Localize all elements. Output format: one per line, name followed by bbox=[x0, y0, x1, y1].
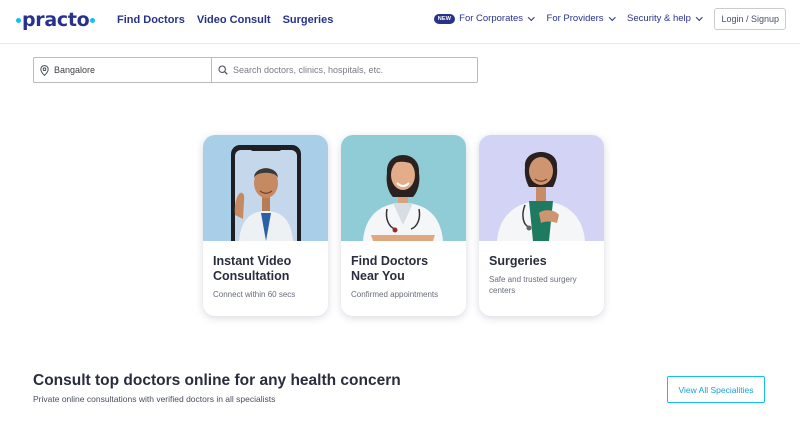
nav-for-corporates[interactable]: NEW For Corporates bbox=[433, 13, 535, 24]
card-subtitle: Confirmed appointments bbox=[351, 290, 439, 299]
card-title: Find Doctors Near You bbox=[351, 254, 429, 283]
chevron-down-icon bbox=[528, 13, 535, 21]
section-title: Consult top doctors online for any healt… bbox=[33, 372, 401, 389]
nav-item-label: For Providers bbox=[546, 13, 604, 24]
view-all-specialities-button[interactable]: View All Specialities bbox=[667, 376, 765, 403]
search-bar: Bangalore Search doctors, clinics, hospi… bbox=[33, 57, 478, 83]
doctor-woman-image bbox=[341, 135, 466, 241]
chevron-down-icon bbox=[608, 13, 615, 21]
nav-item-label: For Corporates bbox=[459, 13, 524, 24]
search-icon bbox=[218, 65, 228, 75]
location-pin-icon bbox=[40, 64, 49, 76]
nav-security-help[interactable]: Security & help bbox=[627, 13, 703, 24]
secondary-nav: NEW For Corporates For Providers Securit… bbox=[433, 0, 786, 37]
search-input[interactable]: Search doctors, clinics, hospitals, etc. bbox=[212, 58, 477, 82]
location-value: Bangalore bbox=[54, 65, 96, 75]
card-instant-video[interactable]: Instant Video Consultation Connect withi… bbox=[203, 135, 328, 316]
login-signup-button[interactable]: Login / Signup bbox=[714, 7, 786, 30]
surgeon-image bbox=[479, 135, 604, 241]
nav-surgeries[interactable]: Surgeries bbox=[283, 14, 334, 26]
card-surgeries[interactable]: Surgeries Safe and trusted surgery cente… bbox=[479, 135, 604, 316]
service-cards: Instant Video Consultation Connect withi… bbox=[203, 135, 604, 316]
nav-find-doctors[interactable]: Find Doctors bbox=[117, 14, 185, 26]
card-find-doctors[interactable]: Find Doctors Near You Confirmed appointm… bbox=[341, 135, 466, 316]
card-subtitle: Connect within 60 secs bbox=[213, 290, 296, 299]
logo-dot-icon bbox=[16, 17, 21, 23]
search-placeholder: Search doctors, clinics, hospitals, etc. bbox=[233, 65, 384, 75]
doctor-video-image bbox=[203, 135, 328, 241]
new-badge: NEW bbox=[433, 13, 456, 24]
chevron-down-icon bbox=[696, 13, 703, 21]
nav-video-consult[interactable]: Video Consult bbox=[197, 14, 271, 26]
card-subtitle: Safe and trusted surgery centers bbox=[489, 275, 577, 295]
nav-for-providers[interactable]: For Providers bbox=[547, 13, 615, 24]
section-subtitle: Private online consultations with verifi… bbox=[33, 394, 276, 404]
top-header: practo Find Doctors Video Consult Surger… bbox=[0, 0, 800, 44]
card-title: Surgeries bbox=[489, 254, 547, 268]
nav-item-label: Security & help bbox=[627, 13, 691, 24]
logo-dot-icon bbox=[90, 17, 96, 23]
card-title: Instant Video Consultation bbox=[213, 254, 292, 283]
primary-nav: Find Doctors Video Consult Surgeries bbox=[117, 0, 345, 40]
location-input[interactable]: Bangalore bbox=[34, 58, 212, 82]
logo-text: practo bbox=[22, 9, 90, 31]
practo-logo[interactable]: practo bbox=[15, 9, 96, 31]
